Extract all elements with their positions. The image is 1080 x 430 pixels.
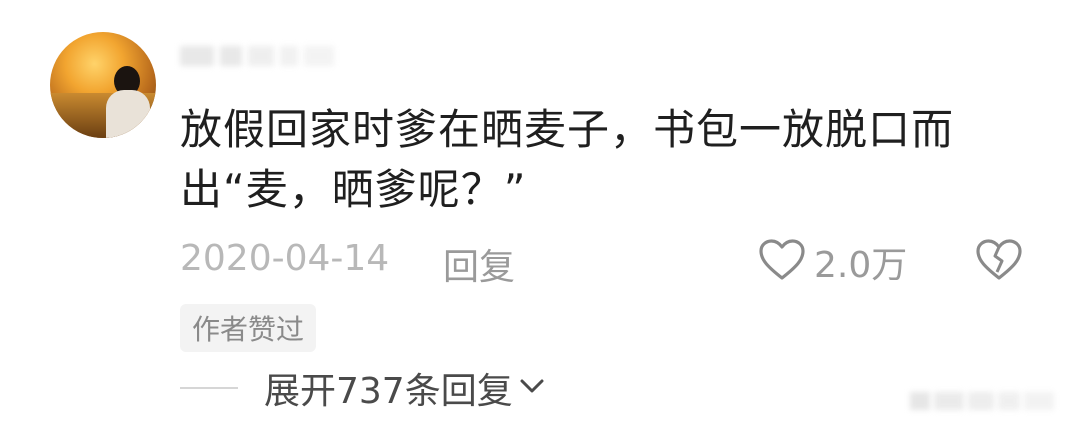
heart-outline-icon	[758, 238, 806, 286]
username-redacted[interactable]	[180, 38, 340, 74]
comment-text: 放假回家时爹在晒麦子，书包一放脱口而出“麦，晒爹呢？”	[180, 105, 955, 214]
avatar-figure-body	[106, 90, 150, 138]
avatar[interactable]	[50, 32, 156, 138]
expand-divider	[180, 387, 238, 389]
expand-replies-label: 展开737条回复	[264, 371, 513, 412]
reply-button[interactable]: 回复	[443, 238, 515, 290]
expand-replies-button[interactable]: 展开737条回复	[180, 362, 545, 414]
author-liked-badge: 作者赞过	[180, 304, 317, 352]
broken-heart-icon	[975, 239, 1023, 286]
like-count: 2.0万	[814, 245, 908, 286]
comment-date: 2020-04-14	[180, 238, 390, 279]
watermark-redacted	[910, 384, 1060, 418]
chevron-down-icon	[519, 377, 545, 399]
like-button[interactable]: 2.0万	[758, 236, 907, 288]
dislike-button[interactable]	[975, 238, 1023, 286]
